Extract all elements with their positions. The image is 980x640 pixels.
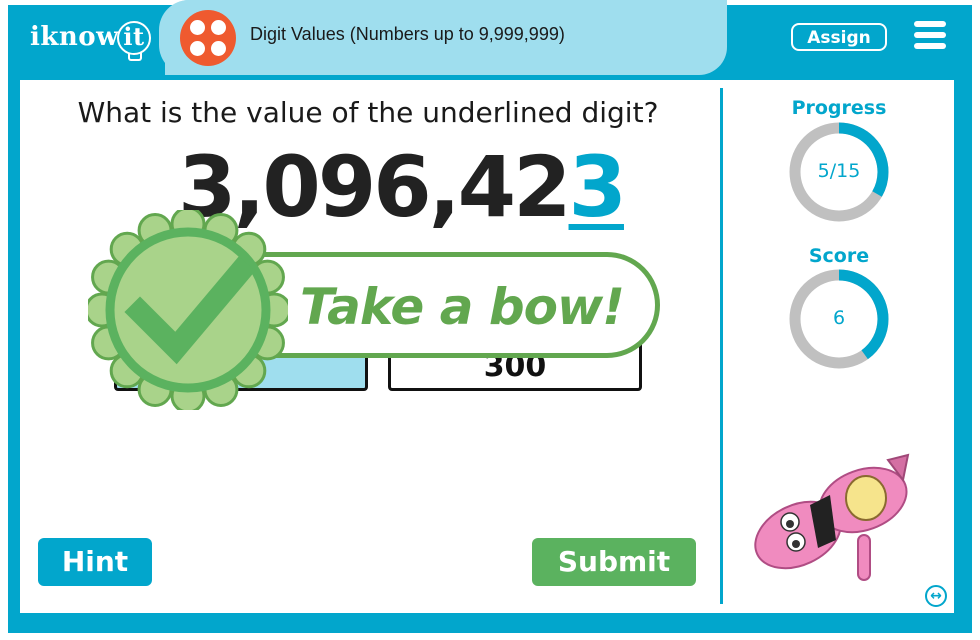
question-prompt: What is the value of the underlined digi…	[77, 96, 659, 129]
checkmark-badge-icon	[88, 210, 288, 410]
assign-button[interactable]: Assign	[791, 23, 887, 51]
score-label: Score	[808, 245, 870, 267]
progress-label: Progress	[791, 97, 887, 119]
mascot-monster-image	[754, 453, 910, 581]
hint-button[interactable]: Hint	[38, 538, 152, 586]
iknowit-logo[interactable]: iknow it	[30, 21, 152, 61]
topic-title: Digit Values (Numbers up to 9,999,999)	[250, 24, 565, 44]
logo-text: iknow	[30, 22, 120, 52]
underlined-digit: 3	[568, 138, 627, 236]
four-dots-icon	[180, 10, 236, 66]
lightbulb-icon: it	[117, 21, 152, 61]
submit-button[interactable]: Submit	[532, 538, 696, 586]
hamburger-menu-icon[interactable]	[914, 21, 946, 51]
progress-value: 5/15	[817, 160, 861, 182]
score-value: 6	[832, 307, 846, 329]
expand-arrows-icon[interactable]: ↔	[925, 585, 947, 607]
feedback-message: Take a bow!	[300, 278, 625, 336]
